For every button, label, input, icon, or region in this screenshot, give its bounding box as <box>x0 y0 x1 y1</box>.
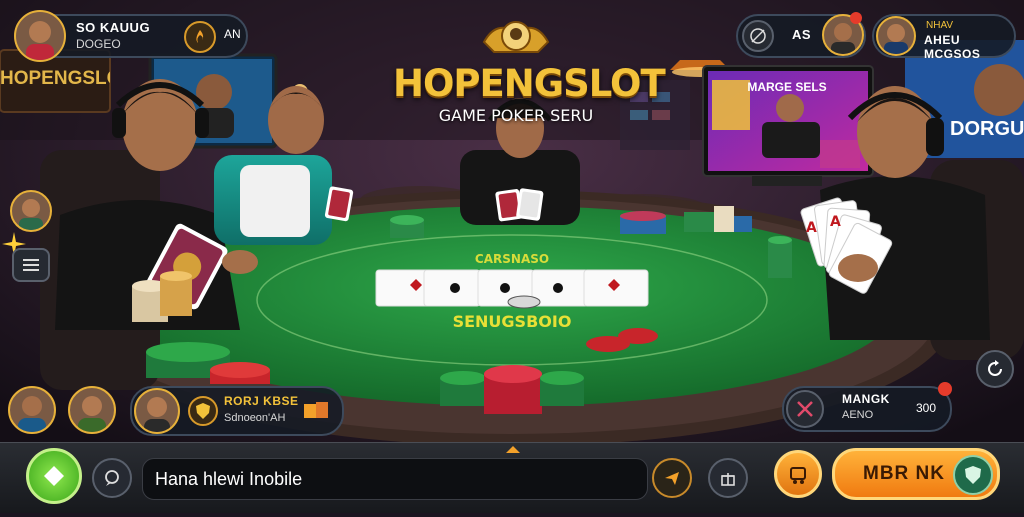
player-panel-bottom-left[interactable]: RORJ KBSE Sdnoeon'AH <box>130 386 344 436</box>
player-stack-value: 300 <box>916 401 937 415</box>
seat-avatar-1[interactable] <box>8 386 56 434</box>
tv-center-text: MARGE SELS <box>747 80 827 94</box>
player-panel-top-right[interactable]: NHAV AHEU MCGSOS <box>872 14 1016 61</box>
top-tools-panel: AS <box>736 12 866 58</box>
table-top-text: CARSNASO <box>474 252 550 266</box>
wall-sign-text: HOPENGSLOT <box>0 68 110 89</box>
cart-icon[interactable] <box>774 450 822 498</box>
player-subtitle: Sdnoeon'AH <box>224 412 286 424</box>
brand-title: HOPENGSLOT <box>393 62 666 105</box>
shield-icon[interactable] <box>188 396 218 426</box>
notification-badge <box>938 382 952 396</box>
player-avatar[interactable] <box>134 388 180 434</box>
chips-icon <box>302 400 332 422</box>
diamond-action-button[interactable] <box>26 448 82 504</box>
flame-icon[interactable] <box>184 21 216 53</box>
player-panel-top-left[interactable]: SO KAUUG DOGEO AN <box>14 10 248 62</box>
tools-code-label: AS <box>792 27 812 42</box>
play-button[interactable]: MBR NK <box>832 448 1000 500</box>
notification-badge <box>850 12 862 24</box>
logo-crest-icon <box>476 12 556 58</box>
chat-input-text: Hana hlewi Inobile <box>155 468 303 489</box>
player-subtitle: AHEU MCGSOS <box>924 33 981 61</box>
side-avatar[interactable] <box>10 190 52 232</box>
shield-icon <box>953 455 993 495</box>
chat-icon[interactable] <box>92 458 132 498</box>
player-name: SO KAUUG <box>76 20 151 35</box>
player-name: RORJ KBSE <box>224 394 299 408</box>
player-avatar[interactable] <box>14 10 66 62</box>
player-panel-bottom-right[interactable]: MANGK AENO 300 <box>782 382 952 432</box>
table-main-text: SENUGSBOIO <box>452 312 572 331</box>
svg-text:A: A <box>830 214 841 230</box>
crossbow-icon[interactable] <box>742 20 774 52</box>
chat-input[interactable]: Hana hlewi Inobile <box>142 458 648 500</box>
tv-right-text: DORGU <box>950 118 1024 140</box>
gift-icon[interactable] <box>708 458 748 498</box>
refresh-icon[interactable] <box>976 350 1014 388</box>
player-subtitle: DOGEO <box>76 37 121 51</box>
play-button-label: MBR NK <box>863 463 945 484</box>
menu-icon[interactable] <box>12 248 50 282</box>
svg-text:A: A <box>806 220 817 236</box>
chevron-up-icon[interactable] <box>502 442 524 454</box>
send-icon[interactable] <box>652 458 692 498</box>
player-name: MANGK <box>842 392 890 406</box>
player-badge: AN <box>224 27 241 41</box>
swords-icon[interactable] <box>786 390 824 428</box>
brand-subtitle: GAME POKER SERU <box>438 106 594 125</box>
player-avatar[interactable] <box>876 16 916 56</box>
player-name: NHAV <box>926 20 954 31</box>
player-subtitle: AENO <box>842 409 874 421</box>
seat-avatar-2[interactable] <box>68 386 116 434</box>
